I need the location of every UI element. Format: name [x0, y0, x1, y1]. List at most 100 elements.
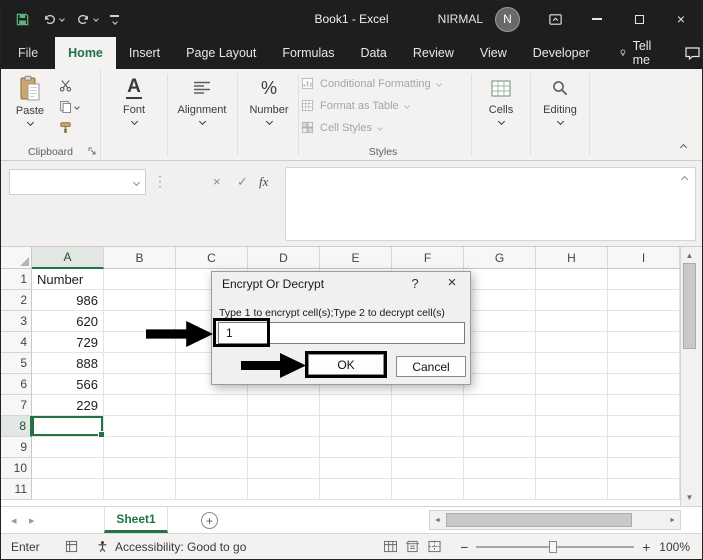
cell-B10[interactable]: [104, 458, 176, 479]
cell-C9[interactable]: [176, 437, 248, 458]
cell-G5[interactable]: [464, 353, 536, 374]
clipboard-dialog-launcher[interactable]: [87, 146, 97, 156]
conditional-formatting-button[interactable]: Conditional Formatting: [301, 77, 441, 90]
cell-G4[interactable]: [464, 332, 536, 353]
row-header-7[interactable]: 7: [1, 395, 32, 416]
cell-I4[interactable]: [608, 332, 680, 353]
alignment-group-button[interactable]: Alignment: [171, 75, 233, 124]
cell-A10[interactable]: [32, 458, 104, 479]
close-button[interactable]: ×: [660, 1, 702, 37]
cell-H8[interactable]: [536, 416, 608, 437]
minimize-button[interactable]: [576, 1, 618, 37]
collapse-ribbon-icon[interactable]: [680, 144, 687, 151]
cut-button[interactable]: [59, 79, 79, 92]
zoom-slider-thumb[interactable]: [549, 541, 557, 553]
tab-page-layout[interactable]: Page Layout: [173, 37, 269, 69]
macro-record-button[interactable]: [65, 540, 78, 553]
scroll-left-icon[interactable]: ◄: [434, 511, 441, 529]
formula-input[interactable]: [285, 167, 696, 241]
row-header-2[interactable]: 2: [1, 290, 32, 311]
cell-styles-dropdown-icon[interactable]: [377, 125, 383, 131]
undo-dropdown-icon[interactable]: [59, 16, 65, 22]
cell-A11[interactable]: [32, 479, 104, 500]
cell-I6[interactable]: [608, 374, 680, 395]
enter-entry-button[interactable]: ✓: [237, 174, 248, 190]
row-header-9[interactable]: 9: [1, 437, 32, 458]
editing-dropdown-icon[interactable]: [556, 118, 563, 125]
name-box[interactable]: [9, 169, 146, 195]
cell-H10[interactable]: [536, 458, 608, 479]
tab-formulas[interactable]: Formulas: [269, 37, 347, 69]
tab-review[interactable]: Review: [400, 37, 467, 69]
cell-H3[interactable]: [536, 311, 608, 332]
accessibility-status[interactable]: Accessibility: Good to go: [96, 540, 246, 554]
redo-dropdown-icon[interactable]: [93, 16, 99, 22]
tab-developer[interactable]: Developer: [520, 37, 603, 69]
cancel-entry-button[interactable]: ×: [213, 174, 221, 189]
undo-button[interactable]: [36, 9, 70, 30]
new-sheet-button[interactable]: +: [201, 512, 218, 529]
column-header-G[interactable]: G: [464, 247, 536, 269]
dialog-titlebar[interactable]: Encrypt Or Decrypt: [212, 272, 470, 296]
tab-home[interactable]: Home: [55, 37, 116, 69]
cell-H4[interactable]: [536, 332, 608, 353]
formula-bar-handle[interactable]: ⋮: [153, 173, 167, 190]
cell-I3[interactable]: [608, 311, 680, 332]
cell-A1[interactable]: Number: [32, 269, 104, 290]
paste-dropdown-icon[interactable]: [26, 119, 33, 126]
customize-toolbar-button[interactable]: [104, 11, 125, 28]
cell-E11[interactable]: [320, 479, 392, 500]
collapse-formula-bar-icon[interactable]: [681, 176, 688, 183]
format-as-table-button[interactable]: Format as Table: [301, 99, 441, 112]
column-header-I[interactable]: I: [608, 247, 680, 269]
zoom-slider[interactable]: [476, 539, 634, 555]
zoom-out-button[interactable]: −: [457, 539, 471, 555]
name-box-dropdown-icon[interactable]: [133, 178, 140, 185]
cell-A9[interactable]: [32, 437, 104, 458]
format-as-table-dropdown-icon[interactable]: [404, 103, 410, 109]
cell-F7[interactable]: [392, 395, 464, 416]
cell-A8[interactable]: [32, 416, 104, 437]
row-header-5[interactable]: 5: [1, 353, 32, 374]
cell-B5[interactable]: [104, 353, 176, 374]
cell-E9[interactable]: [320, 437, 392, 458]
cell-B3[interactable]: [104, 311, 176, 332]
column-header-D[interactable]: D: [248, 247, 320, 269]
cell-A2[interactable]: 986: [32, 290, 104, 311]
maximize-button[interactable]: [618, 1, 660, 37]
cell-E10[interactable]: [320, 458, 392, 479]
cell-H6[interactable]: [536, 374, 608, 395]
editing-group-button[interactable]: Editing: [534, 75, 586, 124]
column-header-F[interactable]: F: [392, 247, 464, 269]
next-sheet-button[interactable]: ▸: [29, 507, 35, 533]
page-layout-view-button[interactable]: [401, 540, 423, 553]
cell-I1[interactable]: [608, 269, 680, 290]
redo-button[interactable]: [70, 9, 104, 30]
cell-E8[interactable]: [320, 416, 392, 437]
cells-dropdown-icon[interactable]: [497, 118, 504, 125]
row-header-3[interactable]: 3: [1, 311, 32, 332]
font-group-button[interactable]: A Font: [105, 75, 163, 124]
cell-B8[interactable]: [104, 416, 176, 437]
cell-A4[interactable]: 729: [32, 332, 104, 353]
cell-D10[interactable]: [248, 458, 320, 479]
cell-B7[interactable]: [104, 395, 176, 416]
cell-C11[interactable]: [176, 479, 248, 500]
cell-I7[interactable]: [608, 395, 680, 416]
conditional-formatting-dropdown-icon[interactable]: [436, 81, 442, 87]
cell-D8[interactable]: [248, 416, 320, 437]
cell-F9[interactable]: [392, 437, 464, 458]
row-header-4[interactable]: 4: [1, 332, 32, 353]
column-header-H[interactable]: H: [536, 247, 608, 269]
cell-G2[interactable]: [464, 290, 536, 311]
scroll-right-icon[interactable]: ►: [669, 511, 676, 529]
paste-button[interactable]: Paste: [7, 75, 53, 153]
cell-H9[interactable]: [536, 437, 608, 458]
cell-G3[interactable]: [464, 311, 536, 332]
cell-D9[interactable]: [248, 437, 320, 458]
cell-I2[interactable]: [608, 290, 680, 311]
cell-F11[interactable]: [392, 479, 464, 500]
zoom-level[interactable]: 100%: [659, 540, 690, 554]
cell-G6[interactable]: [464, 374, 536, 395]
cell-G11[interactable]: [464, 479, 536, 500]
